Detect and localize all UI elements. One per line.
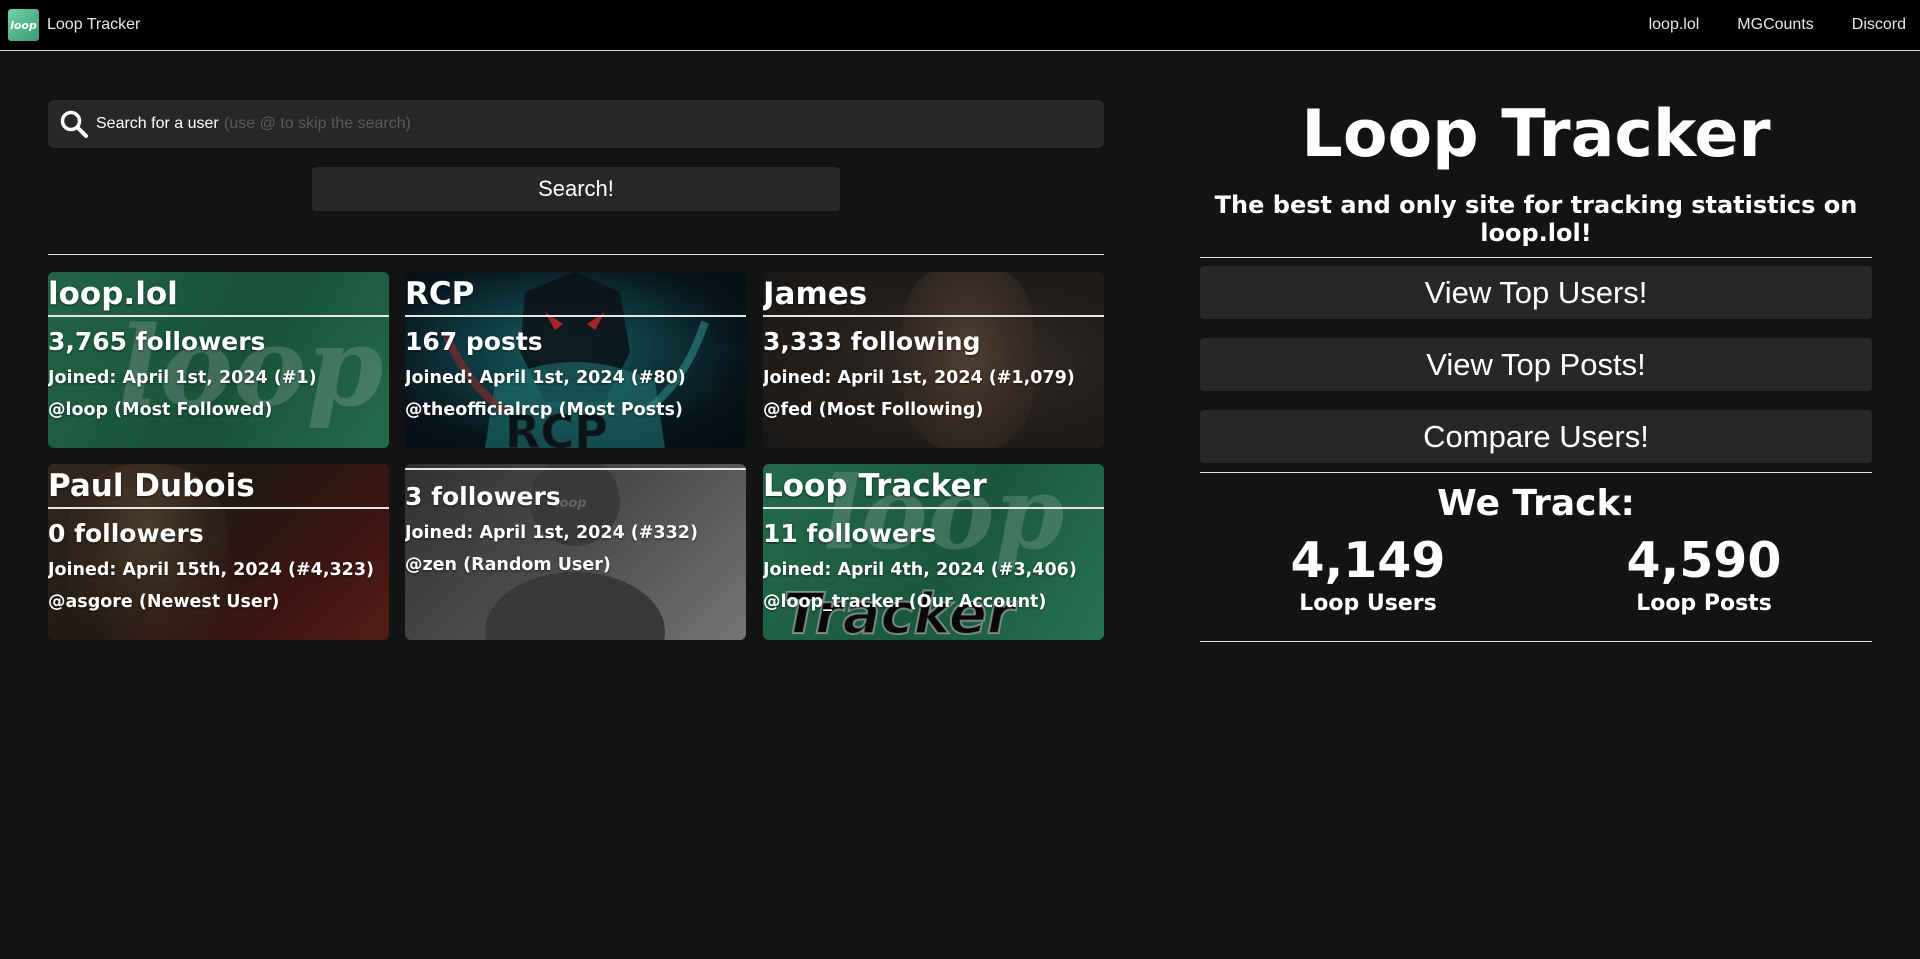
card-stat: 167 posts [405,327,543,356]
card-joined: Joined: April 1st, 2024 (#1,079) [763,368,1075,388]
view-top-users-button[interactable]: View Top Users! [1200,266,1872,319]
top-navbar: loop Loop Tracker loop.lol MGCounts Disc… [0,0,1920,51]
card-title: loop.lol [48,272,389,317]
nav-link-mgcounts[interactable]: MGCounts [1737,16,1813,34]
card-title: RCP [405,272,746,317]
featured-users-grid: loop loop.lol 3,765 followers Joined: Ap… [48,272,1104,640]
page-title: Loop Tracker [1301,97,1771,172]
card-joined: Joined: April 15th, 2024 (#4,323) [48,560,374,580]
card-stat: 3,333 following [763,327,981,356]
stat-value: 4,149 [1290,532,1446,589]
we-track-heading: We Track: [1437,483,1635,524]
card-stat: 0 followers [48,519,204,548]
stat-loop-users: 4,149 Loop Users [1243,533,1493,619]
card-joined: Joined: April 1st, 2024 (#1) [48,368,317,388]
brand-name: Loop Tracker [47,16,141,33]
user-card-rcp[interactable]: RCP RCP 167 posts Joined: April 1st, 202… [405,272,746,448]
search-input[interactable] [96,100,1104,148]
card-handle: @fed (Most Following) [763,400,984,420]
card-joined: Joined: April 1st, 2024 (#80) [405,368,686,388]
card-stat: 11 followers [763,519,937,548]
search-button[interactable]: Search! [312,167,840,211]
user-card-zen[interactable]: loop 3 followers Joined: April 1st, 2024… [405,464,746,640]
card-handle: @loop_tracker (Our Account) [763,592,1047,612]
brand[interactable]: loop Loop Tracker [8,9,140,41]
divider [1200,472,1872,473]
card-handle: @theofficialrcp (Most Posts) [405,400,683,420]
compare-users-button[interactable]: Compare Users! [1200,410,1872,463]
loop-logo-icon: loop [8,9,39,41]
card-handle: @loop (Most Followed) [48,400,273,420]
divider [48,254,1104,255]
divider [1200,641,1872,642]
search-icon [60,110,88,138]
page-subtitle: The best and only site for tracking stat… [1200,191,1872,258]
nav-link-discord[interactable]: Discord [1852,16,1906,34]
nav-links: loop.lol MGCounts Discord [1611,16,1920,34]
card-title: James [763,272,1104,317]
card-joined: Joined: April 4th, 2024 (#3,406) [763,560,1077,580]
card-stat: 3,765 followers [48,327,266,356]
card-handle: @asgore (Newest User) [48,592,280,612]
stats-row: 4,149 Loop Users 4,590 Loop Posts [1200,533,1872,619]
hero-panel: Loop Tracker The best and only site for … [1200,51,1872,642]
card-title: Loop Tracker [763,464,1104,509]
user-card-james[interactable]: James 3,333 following Joined: April 1st,… [763,272,1104,448]
user-card-loop[interactable]: loop loop.lol 3,765 followers Joined: Ap… [48,272,389,448]
stat-label: Loop Users [1299,591,1437,616]
user-card-paul-dubois[interactable]: Paul Dubois 0 followers Joined: April 15… [48,464,389,640]
stat-loop-posts: 4,590 Loop Posts [1579,533,1829,619]
card-title: Paul Dubois [48,464,389,509]
card-handle: @zen (Random User) [405,555,611,575]
search-bar[interactable]: (use @ to skip the search) [48,100,1104,148]
nav-link-loop[interactable]: loop.lol [1649,16,1700,34]
card-title [405,464,746,470]
card-stat: 3 followers [405,482,561,511]
stat-value: 4,590 [1626,532,1782,589]
view-top-posts-button[interactable]: View Top Posts! [1200,338,1872,391]
stat-label: Loop Posts [1636,591,1772,616]
user-card-loop-tracker[interactable]: loop Tracker Loop Tracker 11 followers J… [763,464,1104,640]
card-joined: Joined: April 1st, 2024 (#332) [405,523,698,543]
